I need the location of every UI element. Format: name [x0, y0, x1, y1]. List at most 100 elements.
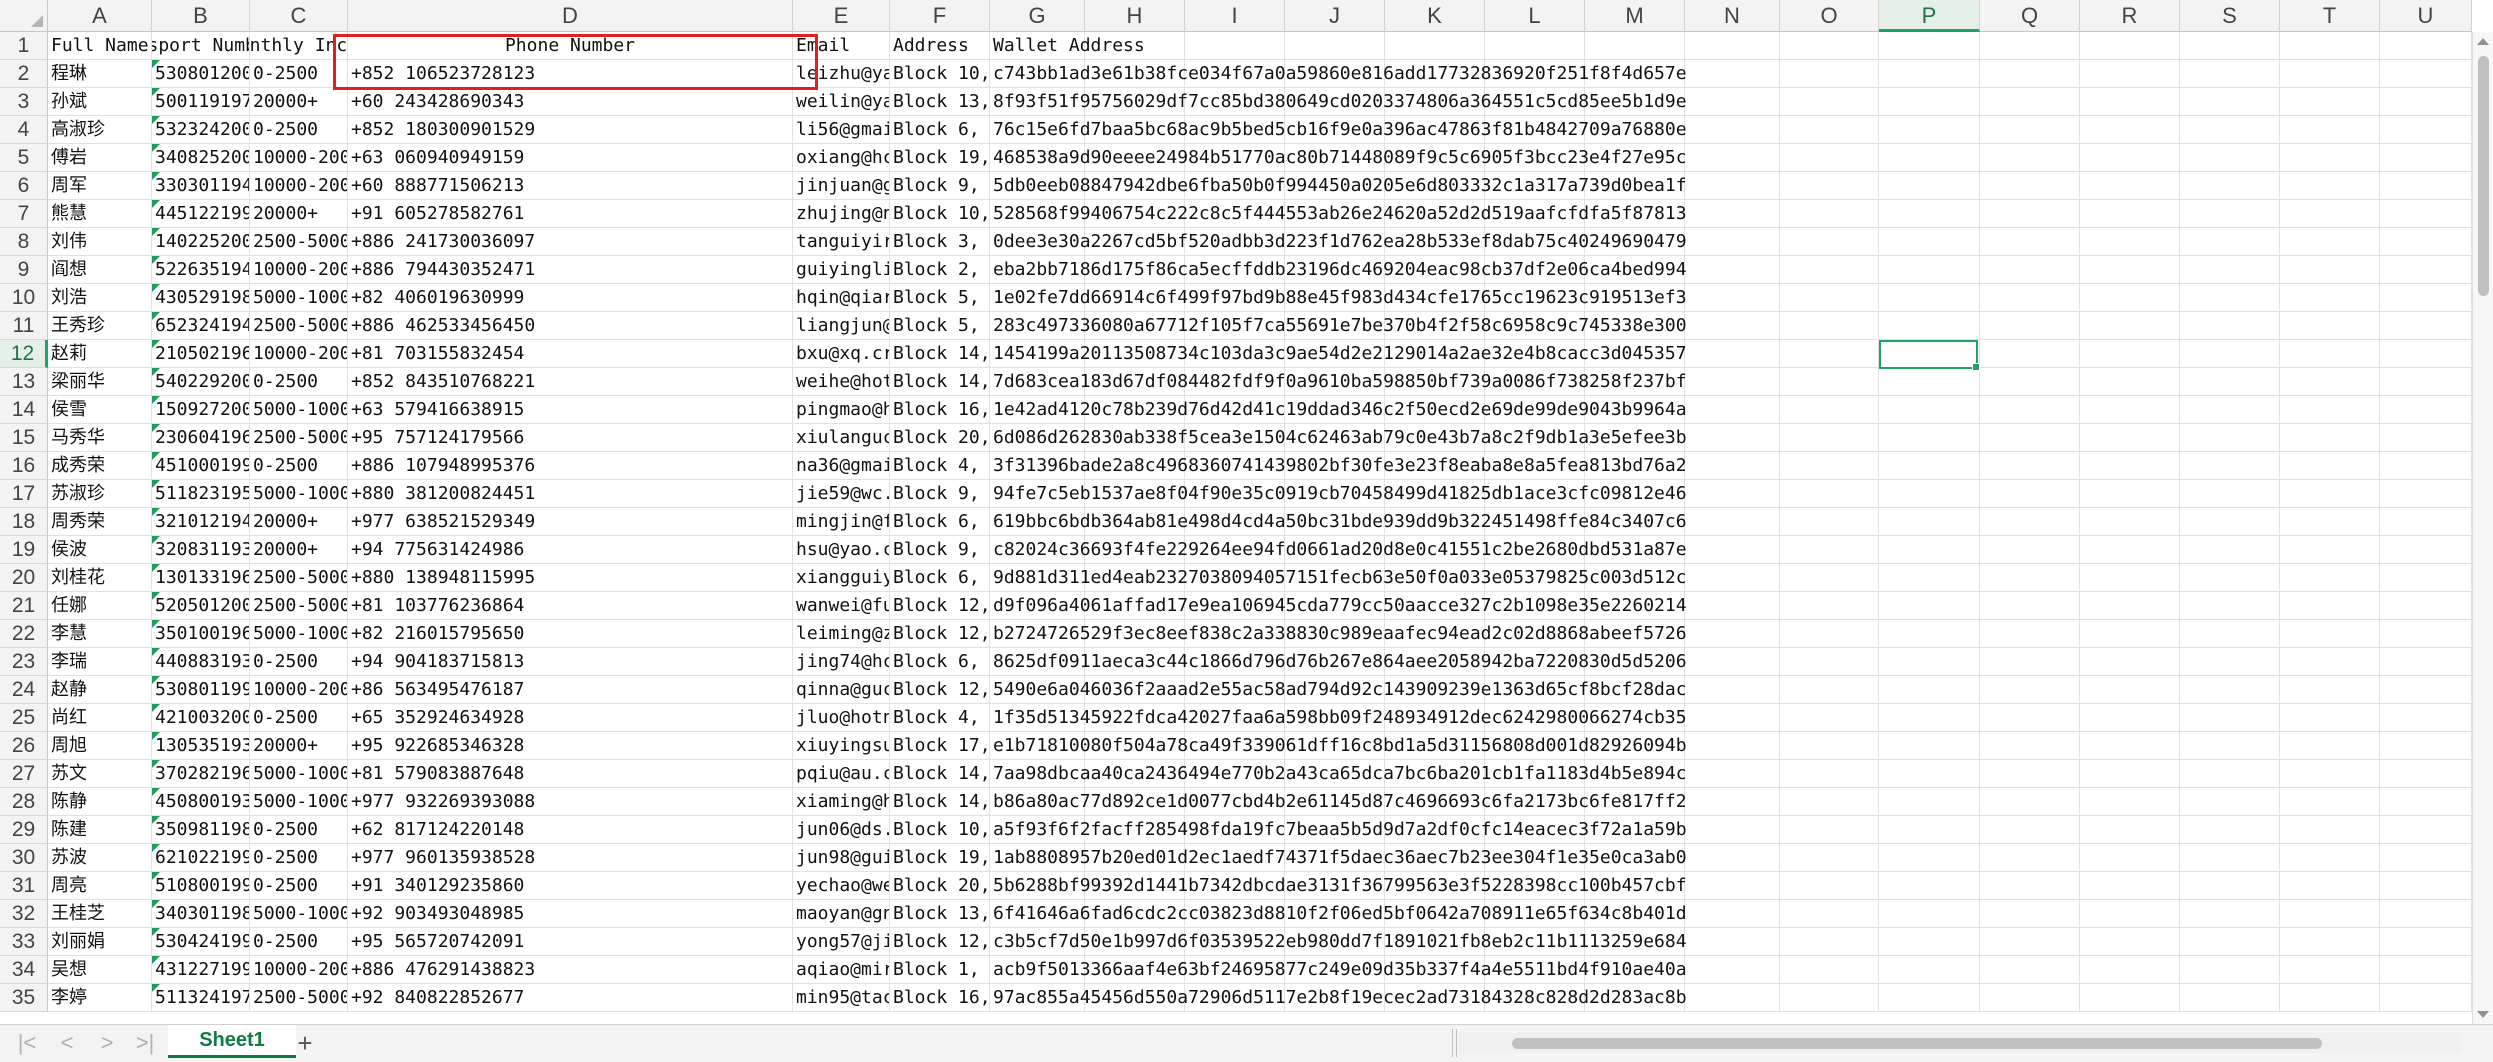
data-cell[interactable]: 140225200 [152, 228, 250, 256]
grid-cell[interactable] [2080, 256, 2180, 284]
data-cell[interactable]: Block 5, [890, 284, 990, 312]
last-sheet-icon[interactable]: >| [130, 1031, 160, 1055]
data-cell[interactable]: 340301198 [152, 900, 250, 928]
grid-cell[interactable] [2080, 480, 2180, 508]
data-cell[interactable]: pingmao@h [793, 396, 890, 424]
grid-cell[interactable] [2180, 956, 2280, 984]
grid-cell[interactable] [1780, 368, 1879, 396]
grid-cell[interactable] [2180, 396, 2280, 424]
grid-cell[interactable] [1685, 284, 1780, 312]
column-header-r[interactable]: R [2080, 0, 2180, 32]
grid-cell[interactable] [1879, 984, 1980, 1012]
grid-cell[interactable] [2180, 788, 2280, 816]
data-cell[interactable]: 梁丽华 [48, 368, 152, 396]
data-cell[interactable]: +95 922685346328 [348, 732, 793, 760]
grid-cell[interactable] [2180, 844, 2280, 872]
row-header[interactable]: 27 [0, 760, 48, 788]
data-cell[interactable]: 1ab8808957b20ed01d2ec1aedf74371f5daec36a… [990, 844, 1690, 872]
data-cell[interactable]: c82024c36693f4fe229264ee94fd0661ad20d8e0… [990, 536, 1690, 564]
data-cell[interactable]: d9f096a4061affad17e9ea106945cda779cc50aa… [990, 592, 1690, 620]
grid-cell[interactable] [1980, 984, 2080, 1012]
column-header-j[interactable]: J [1285, 0, 1385, 32]
grid-cell[interactable] [1780, 88, 1879, 116]
data-cell[interactable]: Block 14, [890, 760, 990, 788]
grid-cell[interactable] [2180, 32, 2280, 60]
data-cell[interactable]: 8625df0911aeca3c44c1866d796d76b267e864ae… [990, 648, 1690, 676]
data-cell[interactable]: 350100196 [152, 620, 250, 648]
data-cell[interactable]: Block 10, [890, 200, 990, 228]
grid-cell[interactable] [2280, 648, 2380, 676]
data-cell[interactable]: 510800199 [152, 872, 250, 900]
grid-cell[interactable] [2280, 788, 2380, 816]
grid-cell[interactable] [1780, 452, 1879, 480]
row-header[interactable]: 33 [0, 928, 48, 956]
grid-cell[interactable] [2280, 620, 2380, 648]
grid-cell[interactable] [1780, 172, 1879, 200]
data-cell[interactable]: xiaming@h [793, 788, 890, 816]
grid-cell[interactable] [2380, 256, 2472, 284]
data-cell[interactable]: 3f31396bade2a8c4968360741439802bf30fe3e2… [990, 452, 1690, 480]
data-cell[interactable]: 10000-200 [250, 172, 348, 200]
grid-cell[interactable] [1980, 900, 2080, 928]
grid-cell[interactable] [2180, 984, 2280, 1012]
grid-cell[interactable] [2080, 844, 2180, 872]
grid-cell[interactable] [2280, 88, 2380, 116]
grid-cell[interactable] [2180, 928, 2280, 956]
grid-cell[interactable] [2080, 676, 2180, 704]
grid-cell[interactable] [1879, 704, 1980, 732]
grid-cell[interactable] [2380, 984, 2472, 1012]
data-cell[interactable]: liangjun@ [793, 312, 890, 340]
grid-cell[interactable] [2380, 200, 2472, 228]
data-cell[interactable]: 5000-1000 [250, 760, 348, 788]
grid-cell[interactable] [2280, 116, 2380, 144]
data-cell[interactable]: 任娜 [48, 592, 152, 620]
grid-cell[interactable] [2380, 592, 2472, 620]
grid-cell[interactable] [1685, 900, 1780, 928]
grid-cell[interactable] [2080, 368, 2180, 396]
grid-cell[interactable] [1980, 368, 2080, 396]
grid-cell[interactable] [1879, 256, 1980, 284]
row-header[interactable]: 3 [0, 88, 48, 116]
data-cell[interactable]: 20000+ [250, 200, 348, 228]
grid-cell[interactable] [2380, 620, 2472, 648]
grid-cell[interactable] [1879, 508, 1980, 536]
row-header[interactable]: 31 [0, 872, 48, 900]
row-header[interactable]: 12 [0, 340, 48, 368]
data-cell[interactable]: zhujing@n [793, 200, 890, 228]
grid-cell[interactable] [1879, 788, 1980, 816]
grid-cell[interactable] [1780, 536, 1879, 564]
grid-cell[interactable] [1685, 144, 1780, 172]
data-cell[interactable]: 421003200 [152, 704, 250, 732]
data-cell[interactable]: 1f35d51345922fdca42027faa6a598bb09f24893… [990, 704, 1690, 732]
grid-cell[interactable] [1780, 32, 1879, 60]
data-cell[interactable]: 330301194 [152, 172, 250, 200]
grid-cell[interactable] [2180, 116, 2280, 144]
grid-cell[interactable] [2080, 536, 2180, 564]
row-header[interactable]: 6 [0, 172, 48, 200]
column-header-k[interactable]: K [1385, 0, 1485, 32]
grid-cell[interactable] [1685, 732, 1780, 760]
data-cell[interactable]: 陈静 [48, 788, 152, 816]
grid-cell[interactable] [2080, 32, 2180, 60]
data-cell[interactable]: 0-2500 [250, 928, 348, 956]
grid-cell[interactable] [1980, 228, 2080, 256]
data-cell[interactable]: 540229200 [152, 368, 250, 396]
grid-cell[interactable] [1685, 536, 1780, 564]
grid-cell[interactable] [2080, 424, 2180, 452]
grid-cell[interactable] [1780, 620, 1879, 648]
data-cell[interactable]: 5000-1000 [250, 480, 348, 508]
data-cell[interactable]: 0-2500 [250, 116, 348, 144]
data-cell[interactable]: 20000+ [250, 508, 348, 536]
grid-cell[interactable] [2080, 60, 2180, 88]
data-cell[interactable]: 2500-5000 [250, 312, 348, 340]
horizontal-scrollbar[interactable] [1460, 1033, 2460, 1053]
grid-cell[interactable] [1685, 480, 1780, 508]
grid-cell[interactable] [2380, 760, 2472, 788]
data-cell[interactable]: 李慧 [48, 620, 152, 648]
grid-cell[interactable] [2280, 340, 2380, 368]
grid-cell[interactable] [1980, 676, 2080, 704]
data-cell[interactable]: 530801200 [152, 60, 250, 88]
grid-cell[interactable] [1685, 116, 1780, 144]
data-cell[interactable]: min95@tac [793, 984, 890, 1012]
vertical-scroll-thumb[interactable] [2478, 56, 2489, 296]
